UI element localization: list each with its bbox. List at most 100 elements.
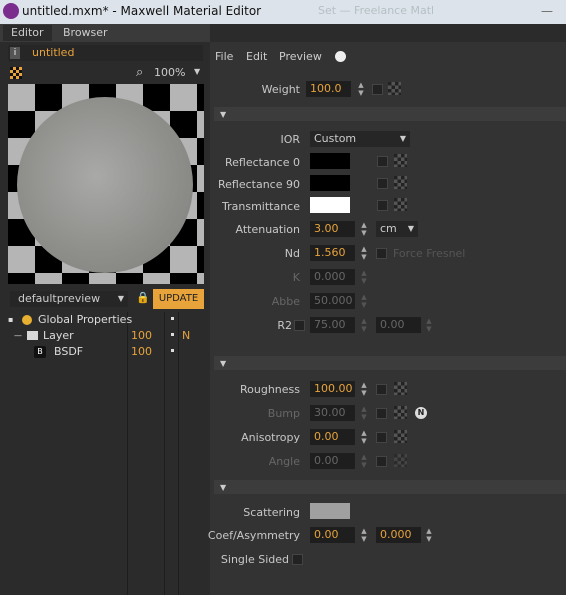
force-fresnel-label: Force Fresnel <box>393 247 466 260</box>
magnifier-icon[interactable]: ⌕ <box>136 65 143 80</box>
minimize-button[interactable]: — <box>540 4 554 18</box>
weight-map-checkbox[interactable] <box>372 84 383 95</box>
transmittance-label: Transmittance <box>222 200 300 213</box>
checker-background-icon[interactable] <box>10 67 22 79</box>
angle-texture-icon[interactable] <box>394 454 407 467</box>
preview-scene-select[interactable]: defaultpreview ▼ <box>10 291 128 307</box>
transmittance-map-checkbox[interactable] <box>377 200 388 211</box>
nd-stepper[interactable]: ▲ ▼ <box>359 245 369 261</box>
bump-map-checkbox[interactable] <box>376 408 387 419</box>
reflectance90-color-swatch[interactable] <box>310 175 350 191</box>
visibility-dot-icon[interactable] <box>171 317 174 320</box>
layer-tree: ▪ Global Properties — Layer 100 N B BSDF… <box>0 312 210 595</box>
visibility-dot-icon[interactable] <box>171 333 174 336</box>
anisotropy-map-checkbox[interactable] <box>376 432 387 443</box>
anisotropy-stepper[interactable]: ▲ ▼ <box>359 429 369 445</box>
nd-field[interactable]: 1.560 <box>310 245 355 261</box>
normal-map-icon[interactable]: N <box>415 407 427 419</box>
update-button[interactable]: UPDATE <box>153 289 204 309</box>
material-name[interactable]: untitled <box>32 46 74 59</box>
reflectance0-map-checkbox[interactable] <box>377 156 388 167</box>
bump-field[interactable]: 30.00 <box>310 405 355 421</box>
scattering-color-swatch[interactable] <box>310 503 350 519</box>
tree-row-layer[interactable]: — Layer 100 N <box>0 328 210 344</box>
reflectance0-color-swatch[interactable] <box>310 153 350 169</box>
tree-expand-icon[interactable]: ▪ <box>8 312 13 328</box>
tab-browser[interactable]: Browser <box>55 25 116 41</box>
menu-edit[interactable]: Edit <box>246 50 267 63</box>
coef-field[interactable]: 0.00 <box>310 527 355 543</box>
menu-bar: File Edit Preview <box>210 42 566 70</box>
attenuation-unit: cm <box>380 222 397 235</box>
asymmetry-stepper[interactable]: ▲ ▼ <box>424 527 434 543</box>
r2-field-2[interactable]: 0.00 <box>376 317 421 333</box>
material-preview[interactable] <box>8 84 204 284</box>
tree-row-bsdf[interactable]: B BSDF 100 <box>0 344 210 360</box>
roughness-label: Roughness <box>239 383 300 396</box>
tab-editor[interactable]: Editor <box>3 25 52 41</box>
force-fresnel-checkbox[interactable] <box>376 248 387 259</box>
single-sided-label: Single Sided <box>220 553 289 566</box>
layer-blend-flag[interactable]: N <box>182 328 190 344</box>
angle-field[interactable]: 0.00 <box>310 453 355 469</box>
left-pane: i untitled ⌕ 100% ▼ defaultpreview ▼ 🔒 U… <box>0 42 210 595</box>
angle-map-checkbox[interactable] <box>376 456 387 467</box>
k-field[interactable]: 0.000 <box>310 269 355 285</box>
roughness-stepper[interactable]: ▲ ▼ <box>359 381 369 397</box>
r2-stepper-2[interactable]: ▲ ▼ <box>424 317 434 333</box>
transmittance-color-swatch[interactable] <box>310 197 350 213</box>
weight-texture-icon[interactable] <box>388 82 401 95</box>
reflectance90-map-checkbox[interactable] <box>377 178 388 189</box>
abbe-stepper[interactable]: ▲ ▼ <box>359 293 369 309</box>
bump-label: Bump <box>267 407 300 420</box>
bump-stepper[interactable]: ▲ ▼ <box>359 405 369 421</box>
abbe-field[interactable]: 50.000 <box>310 293 355 309</box>
k-stepper[interactable]: ▲ ▼ <box>359 269 369 285</box>
info-icon[interactable]: i <box>10 47 20 59</box>
reflectance90-texture-icon[interactable] <box>394 176 407 189</box>
tree-collapse-icon[interactable]: — <box>14 328 22 344</box>
reflectance0-texture-icon[interactable] <box>394 154 407 167</box>
tree-row-label: Layer <box>43 329 74 342</box>
roughness-map-checkbox[interactable] <box>376 384 387 395</box>
menu-preview[interactable]: Preview <box>279 50 322 63</box>
menu-file[interactable]: File <box>215 50 233 63</box>
r2-stepper-1[interactable]: ▲ ▼ <box>359 317 369 333</box>
section-divider[interactable]: ▼ <box>214 480 566 494</box>
r2-field-1[interactable]: 75.00 <box>310 317 355 333</box>
section-divider[interactable]: ▼ <box>214 107 566 121</box>
attenuation-unit-select[interactable]: cm ▼ <box>376 221 418 237</box>
chevron-down-icon[interactable]: ▼ <box>194 67 200 76</box>
anisotropy-field[interactable]: 0.00 <box>310 429 355 445</box>
zoom-value[interactable]: 100% <box>154 66 185 79</box>
reflectance0-label: Reflectance 0 <box>225 156 300 169</box>
bsdf-icon: B <box>34 346 46 358</box>
visibility-dot-icon[interactable] <box>171 349 174 352</box>
nd-label: Nd <box>284 247 300 260</box>
coef-stepper[interactable]: ▲ ▼ <box>359 527 369 543</box>
asymmetry-field[interactable]: 0.000 <box>376 527 421 543</box>
weight-stepper[interactable]: ▲ ▼ <box>356 81 366 97</box>
angle-label: Angle <box>268 455 300 468</box>
section-divider[interactable]: ▼ <box>214 356 566 370</box>
roughness-texture-icon[interactable] <box>394 382 407 395</box>
bump-texture-icon[interactable] <box>394 406 407 419</box>
ior-select[interactable]: Custom ▼ <box>310 131 410 147</box>
attenuation-stepper[interactable]: ▲ ▼ <box>359 221 369 237</box>
weight-field[interactable]: 100.0 <box>306 81 351 97</box>
material-ball-icon[interactable] <box>335 51 346 62</box>
k-label: K <box>292 271 300 284</box>
lock-icon[interactable]: 🔒 <box>136 291 150 304</box>
bsdf-weight[interactable]: 100 <box>131 344 152 360</box>
single-sided-checkbox[interactable] <box>292 554 303 565</box>
layer-weight[interactable]: 100 <box>131 328 152 344</box>
roughness-field[interactable]: 100.00 <box>310 381 355 397</box>
zoom-bar: ⌕ 100% ▼ <box>8 64 203 82</box>
angle-stepper[interactable]: ▲ ▼ <box>359 453 369 469</box>
attenuation-field[interactable]: 3.00 <box>310 221 355 237</box>
r2-checkbox[interactable] <box>294 320 305 331</box>
transmittance-texture-icon[interactable] <box>394 198 407 211</box>
collapse-icon: ▼ <box>220 483 227 492</box>
anisotropy-texture-icon[interactable] <box>394 430 407 443</box>
tree-row-global-properties[interactable]: ▪ Global Properties <box>0 312 210 328</box>
